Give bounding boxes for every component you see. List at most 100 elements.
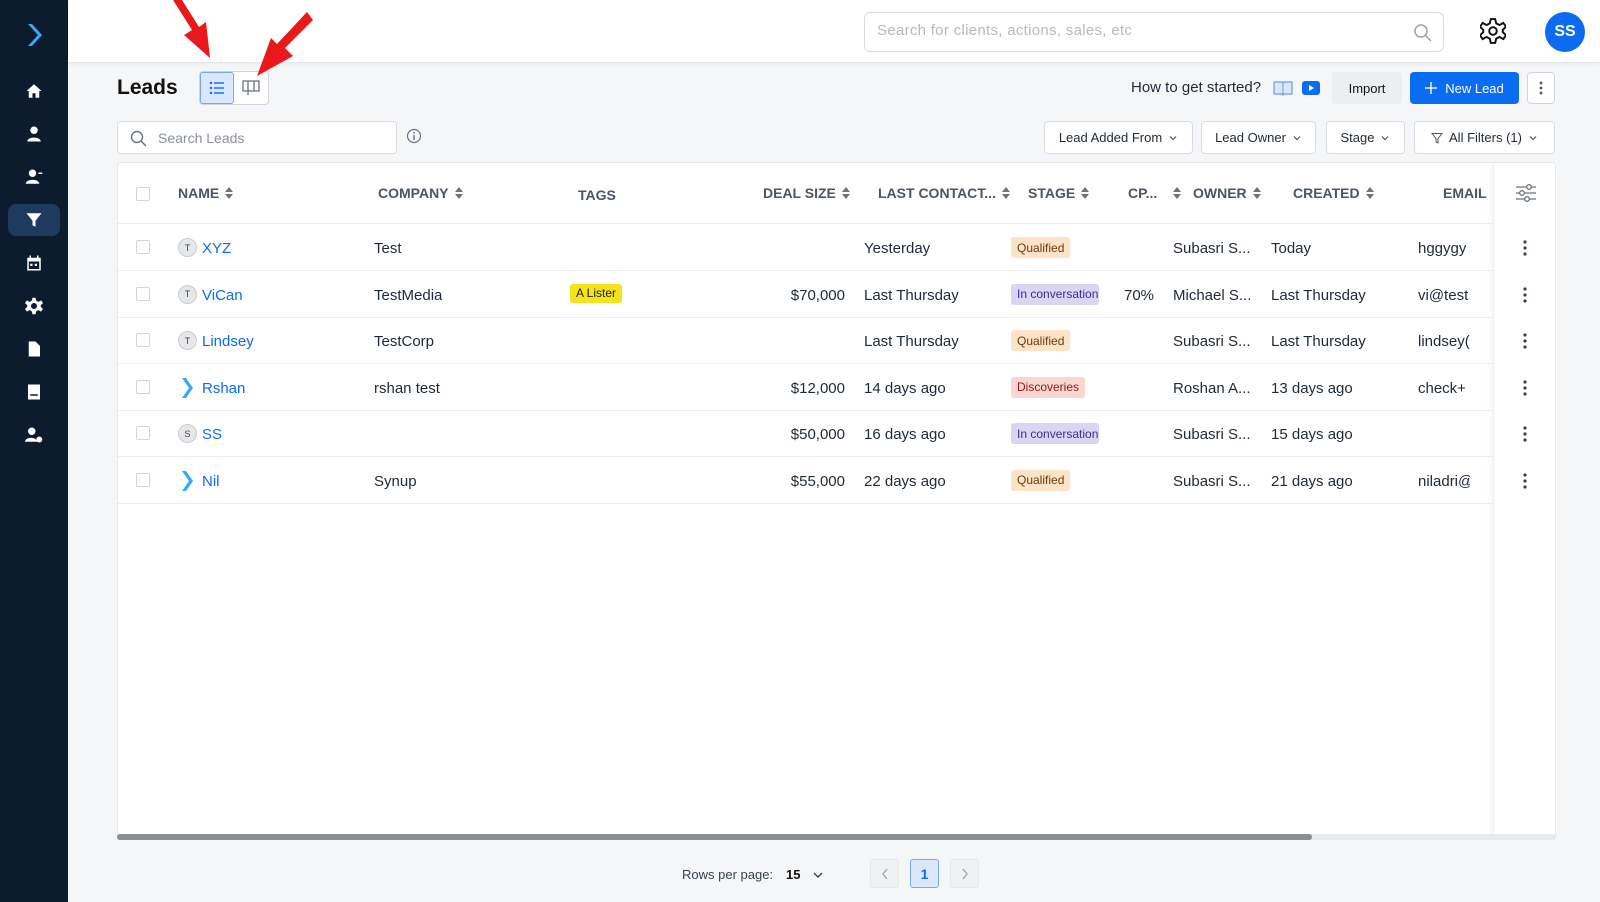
table-row[interactable]: T Lindsey TestCorp Last Thursday Qualified Su… xyxy=(118,317,1493,364)
column-header-tags: TAGS xyxy=(578,187,616,203)
user-avatar[interactable]: SS xyxy=(1545,12,1585,52)
column-header-created[interactable]: CREATED xyxy=(1293,185,1374,201)
lead-owner: Roshan A... xyxy=(1173,379,1251,397)
rows-per-page-select[interactable]: 15 xyxy=(786,867,800,882)
sidebar-item-invoices[interactable] xyxy=(8,376,60,408)
lead-owner: Subasri S... xyxy=(1173,426,1251,443)
row-actions-kebab-icon[interactable] xyxy=(1522,379,1528,397)
app-logo[interactable] xyxy=(22,20,48,50)
lead-company: Test xyxy=(374,240,402,257)
kanban-icon xyxy=(242,80,260,95)
page-button-current[interactable]: 1 xyxy=(910,859,939,888)
lead-name-link[interactable]: Lindsey xyxy=(202,333,254,350)
column-header-stage[interactable]: STAGE xyxy=(1028,185,1090,201)
column-header-name[interactable]: NAME xyxy=(178,185,234,201)
table-row[interactable]: T XYZ Test Yesterday Qualified Subasri S... To… xyxy=(118,224,1493,271)
lead-initial-badge: T xyxy=(178,331,197,350)
lead-created: 13 days ago xyxy=(1271,379,1353,397)
sidebar-item-contacts[interactable] xyxy=(8,118,60,150)
sidebar-item-settings[interactable] xyxy=(8,290,60,322)
settings-gear-icon[interactable] xyxy=(1480,18,1506,44)
sidebar-item-documents[interactable] xyxy=(8,333,60,365)
column-header-cp[interactable]: CP... xyxy=(1128,185,1182,201)
lead-name-link[interactable]: Nil xyxy=(202,473,220,490)
row-checkbox[interactable] xyxy=(136,240,150,254)
sort-icon xyxy=(1081,187,1090,199)
column-header-last-contact[interactable]: LAST CONTACT... xyxy=(878,185,1010,201)
lead-stage-badge: Qualified xyxy=(1011,237,1071,258)
lead-owner-filter[interactable]: Lead Owner xyxy=(1201,121,1316,154)
sidebar-item-user-settings[interactable] xyxy=(8,419,60,451)
chevron-down-icon xyxy=(1529,135,1537,140)
lead-name-link[interactable]: XYZ xyxy=(202,240,231,257)
lead-name-link[interactable]: SS xyxy=(202,426,222,443)
row-checkbox[interactable] xyxy=(136,379,150,394)
row-checkbox[interactable] xyxy=(136,286,150,301)
lead-company: Synup xyxy=(374,472,417,490)
info-icon[interactable] xyxy=(406,128,422,144)
row-actions-kebab-icon[interactable] xyxy=(1522,286,1528,304)
sort-icon xyxy=(841,187,850,199)
table-row[interactable]: S SS $50,000 16 days ago In conversation Suba… xyxy=(118,410,1493,457)
more-options-button[interactable] xyxy=(1527,72,1555,104)
new-lead-button[interactable]: New Lead xyxy=(1410,72,1519,104)
row-actions-kebab-icon[interactable] xyxy=(1522,425,1528,443)
column-header-deal-size[interactable]: DEAL SIZE xyxy=(763,185,850,201)
all-filters-button[interactable]: All Filters (1) xyxy=(1414,121,1555,154)
stage-filter[interactable]: Stage xyxy=(1326,121,1405,154)
sort-icon xyxy=(225,187,234,199)
user-card-icon xyxy=(25,169,43,184)
video-play-icon[interactable] xyxy=(1301,80,1321,96)
lead-search[interactable] xyxy=(117,121,397,154)
sidebar-item-leads[interactable] xyxy=(8,204,60,236)
sort-icon xyxy=(1001,187,1010,199)
horizontal-scrollbar[interactable] xyxy=(117,834,1556,840)
column-header-owner[interactable]: OWNER xyxy=(1193,185,1261,201)
row-actions-kebab-icon[interactable] xyxy=(1522,472,1528,490)
lead-name-link[interactable]: Rshan xyxy=(202,380,245,397)
select-all-checkbox[interactable] xyxy=(136,187,150,201)
column-settings-icon[interactable] xyxy=(1515,183,1537,203)
lead-name-link[interactable]: ViCan xyxy=(202,287,243,304)
column-header-email[interactable]: EMAIL xyxy=(1443,185,1487,201)
sidebar-item-calendar[interactable] xyxy=(8,247,60,279)
lead-search-input[interactable] xyxy=(158,130,378,146)
sidebar-item-home[interactable] xyxy=(8,75,60,107)
chevron-down-icon[interactable] xyxy=(812,870,824,880)
list-view-button[interactable] xyxy=(200,72,235,104)
guide-book-icon[interactable] xyxy=(1273,80,1293,96)
row-checkbox[interactable] xyxy=(136,426,150,440)
row-checkbox[interactable] xyxy=(136,333,150,347)
global-search-input[interactable] xyxy=(877,22,1397,39)
lead-last-contact: Last Thursday xyxy=(864,286,959,304)
home-icon xyxy=(26,84,42,98)
table-row[interactable]: Rshan rshan test $12,000 14 days ago Discove… xyxy=(118,364,1493,411)
row-checkbox[interactable] xyxy=(136,472,150,487)
lead-deal-size: $50,000 xyxy=(790,426,845,443)
scrollbar-thumb[interactable] xyxy=(117,834,1312,840)
table-row[interactable]: Nil Synup $55,000 22 days ago Qualified Subas… xyxy=(118,457,1493,504)
all-filters-label: All Filters (1) xyxy=(1449,130,1522,145)
lead-last-contact: 22 days ago xyxy=(864,472,946,490)
prev-page-button[interactable] xyxy=(870,859,899,888)
lead-owner: Subasri S... xyxy=(1173,472,1251,490)
next-page-button[interactable] xyxy=(950,859,979,888)
column-header-company[interactable]: COMPANY xyxy=(378,185,463,201)
table-header: NAME COMPANY TAGS DEAL SIZE LAST CONTACT… xyxy=(118,163,1555,224)
search-icon[interactable] xyxy=(1413,23,1433,43)
import-button[interactable]: Import xyxy=(1332,72,1402,104)
list-icon xyxy=(209,81,225,95)
lead-added-from-label: Lead Added From xyxy=(1058,130,1163,145)
howto-label[interactable]: How to get started? xyxy=(1131,79,1261,96)
lead-created: Today xyxy=(1271,240,1312,257)
sort-icon xyxy=(1173,187,1182,199)
lead-deal-size: $12,000 xyxy=(790,379,845,397)
row-actions-kebab-icon[interactable] xyxy=(1522,239,1528,257)
table-row[interactable]: T ViCan TestMedia A Lister $70,000 Last Thurs… xyxy=(118,271,1493,318)
row-actions-kebab-icon[interactable] xyxy=(1522,332,1528,350)
sidebar-item-clients[interactable] xyxy=(8,161,60,193)
lead-last-contact: Last Thursday xyxy=(864,333,959,350)
lead-email: hggygy xyxy=(1418,240,1467,257)
lead-added-from-filter[interactable]: Lead Added From xyxy=(1044,121,1193,154)
global-search[interactable] xyxy=(864,12,1444,52)
